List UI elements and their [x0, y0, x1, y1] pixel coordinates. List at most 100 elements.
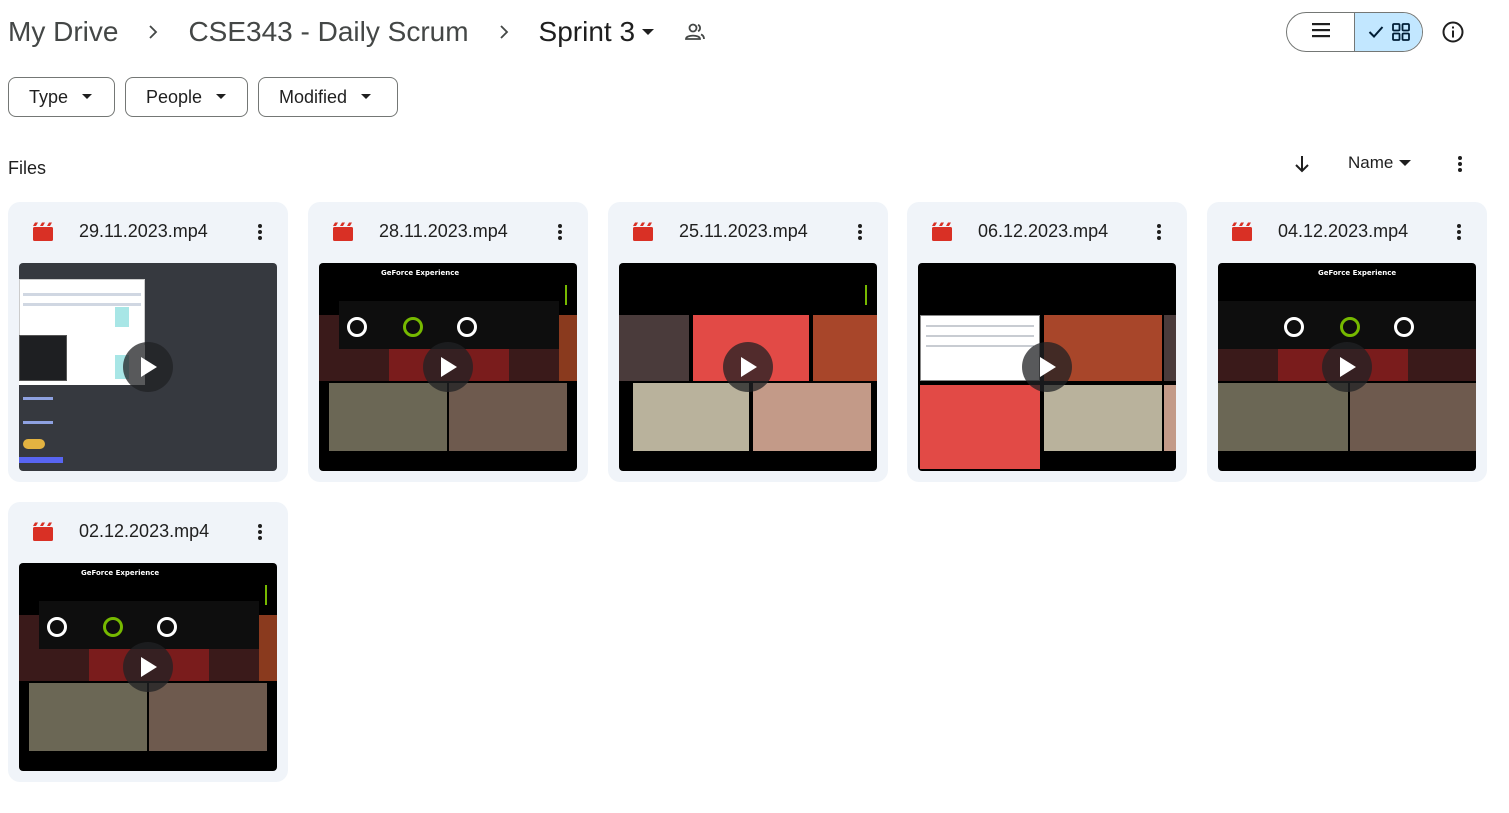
video-thumbnail[interactable]: GeForce Experience	[319, 263, 577, 471]
video-file-icon	[32, 222, 54, 242]
video-thumbnail[interactable]: GeForce Experience	[1218, 263, 1476, 471]
sort-by-label: Name	[1348, 153, 1394, 172]
video-thumbnail[interactable]	[619, 263, 877, 471]
grid-icon	[1391, 23, 1410, 41]
thumbnail-record-icon	[1340, 317, 1360, 337]
caret-down-icon	[361, 94, 372, 100]
modified-filter-chip[interactable]: Modified	[258, 77, 398, 117]
thumbnail-tile	[619, 315, 689, 381]
thumbnail-tile	[633, 383, 749, 451]
thumbnail-replay-icon	[47, 617, 67, 637]
thumbnail-mention	[19, 457, 63, 463]
arrow-down-icon	[1294, 155, 1310, 173]
breadcrumb-my-drive[interactable]: My Drive	[8, 16, 118, 48]
file-more-button[interactable]	[1147, 220, 1171, 244]
current-folder-label: Sprint 3	[538, 16, 636, 47]
thumbnail-tile	[449, 383, 567, 451]
play-icon	[723, 342, 773, 392]
file-name: 06.12.2023.mp4	[978, 221, 1109, 241]
thumbnail-tile	[149, 683, 267, 751]
file-name: 02.12.2023.mp4	[79, 521, 210, 541]
thumbnail-accent-line	[565, 285, 567, 305]
thumbnail-record-icon	[103, 617, 123, 637]
video-file-icon	[332, 222, 354, 242]
breadcrumb-course-folder[interactable]: CSE343 - Daily Scrum	[188, 16, 468, 48]
people-icon[interactable]	[683, 20, 707, 44]
sort-by-button[interactable]: Name	[1348, 153, 1412, 173]
video-file-icon	[1231, 222, 1253, 242]
thumbnail-emoji	[23, 439, 45, 449]
modified-filter-label: Modified	[279, 86, 348, 107]
thumbnail-overlay-title: GeForce Experience	[381, 269, 460, 277]
video-file-icon	[931, 222, 953, 242]
info-icon	[1441, 20, 1465, 44]
thumbnail-broadcast-icon	[457, 317, 477, 337]
file-card[interactable]: 29.11.2023.mp4	[8, 202, 288, 482]
play-icon	[423, 342, 473, 392]
file-name: 29.11.2023.mp4	[79, 221, 208, 241]
chevron-right-icon	[469, 25, 539, 39]
file-card[interactable]: 04.12.2023.mp4 GeForce Experience	[1207, 202, 1487, 482]
file-name: 28.11.2023.mp4	[379, 221, 508, 241]
file-card[interactable]: 25.11.2023.mp4	[608, 202, 888, 482]
file-more-button[interactable]	[548, 220, 572, 244]
caret-down-icon	[216, 94, 227, 100]
thumbnail-text-line	[926, 345, 1034, 347]
people-filter-label: People	[146, 86, 203, 107]
thumbnail-tile	[1044, 385, 1162, 451]
more-options-button[interactable]	[1448, 152, 1472, 176]
thumbnail-text-line	[23, 421, 53, 424]
thumbnail-text-line	[926, 335, 1034, 337]
file-more-button[interactable]	[1447, 220, 1471, 244]
thumbnail-tile	[1164, 315, 1176, 381]
type-filter-label: Type	[29, 86, 69, 107]
thumbnail-tile	[813, 315, 877, 381]
list-view-button[interactable]	[1287, 13, 1354, 51]
thumbnail-red-tile	[920, 385, 1040, 469]
grid-view-button[interactable]	[1354, 13, 1422, 51]
files-section-title: Files	[8, 158, 47, 178]
file-card[interactable]: 02.12.2023.mp4 GeForce Experience	[8, 502, 288, 782]
info-button[interactable]	[1437, 16, 1469, 48]
play-icon	[123, 342, 173, 392]
video-file-icon	[632, 222, 654, 242]
thumbnail-tile	[1218, 383, 1348, 451]
thumbnail-text-line	[23, 397, 53, 400]
thumbnail-highlight	[115, 307, 129, 327]
file-card[interactable]: 28.11.2023.mp4 GeForce Experience	[308, 202, 588, 482]
thumbnail-accent-line	[265, 585, 267, 605]
video-thumbnail[interactable]: GeForce Experience	[19, 563, 277, 771]
video-file-icon	[32, 522, 54, 542]
video-thumbnail[interactable]	[918, 263, 1176, 471]
caret-down-icon	[1399, 159, 1412, 167]
thumbnail-tile	[559, 315, 577, 381]
filter-chips: Type People Modified	[8, 77, 398, 117]
caret-down-icon	[82, 94, 93, 100]
play-icon	[1322, 342, 1372, 392]
check-icon	[1368, 25, 1384, 39]
sort-direction-button[interactable]	[1290, 152, 1314, 176]
thumbnail-record-icon	[403, 317, 423, 337]
play-icon	[1022, 342, 1072, 392]
thumbnail-line	[23, 293, 141, 296]
breadcrumb-current-folder[interactable]: Sprint 3	[539, 16, 656, 48]
thumbnail-replay-icon	[347, 317, 367, 337]
file-more-button[interactable]	[248, 220, 272, 244]
file-more-button[interactable]	[248, 520, 272, 544]
thumbnail-accent-line	[865, 285, 867, 305]
chevron-right-icon	[118, 25, 188, 39]
list-icon	[1311, 22, 1331, 43]
file-card[interactable]: 06.12.2023.mp4	[907, 202, 1187, 482]
video-thumbnail[interactable]	[19, 263, 277, 471]
thumbnail-popup	[19, 335, 67, 381]
file-more-button[interactable]	[848, 220, 872, 244]
thumbnail-text-line	[926, 325, 1034, 327]
thumbnail-tile	[753, 383, 871, 451]
file-name: 04.12.2023.mp4	[1278, 221, 1409, 241]
file-name: 25.11.2023.mp4	[679, 221, 808, 241]
type-filter-chip[interactable]: Type	[8, 77, 115, 117]
thumbnail-overlay-title: GeForce Experience	[1318, 269, 1397, 277]
thumbnail-replay-icon	[1284, 317, 1304, 337]
people-filter-chip[interactable]: People	[125, 77, 248, 117]
toolbar-header: My Drive CSE343 - Daily Scrum Sprint 3	[0, 0, 1509, 64]
